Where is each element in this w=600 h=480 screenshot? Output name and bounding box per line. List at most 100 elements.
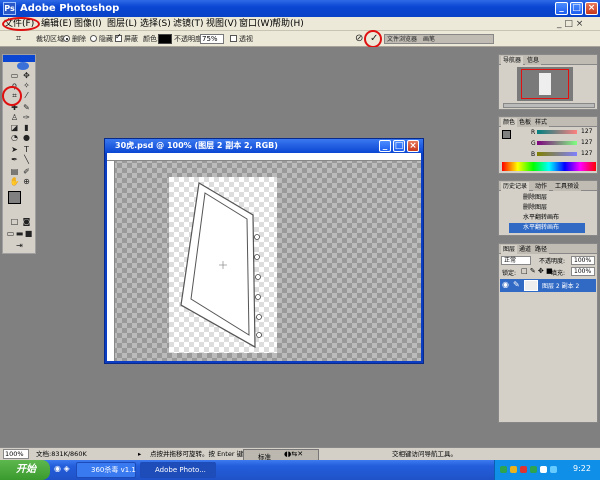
tray-security-icon[interactable]: [510, 466, 517, 473]
layer-visibility-eye-icon[interactable]: ◉: [502, 280, 509, 289]
doc-minimize-button[interactable]: _: [379, 140, 391, 152]
toolbox-title-bar[interactable]: [3, 55, 35, 62]
r-value[interactable]: 127: [581, 128, 592, 135]
tab-styles[interactable]: 样式: [533, 118, 550, 127]
foreground-color-swatch[interactable]: [8, 191, 21, 204]
layer-opacity-input[interactable]: 100%: [571, 256, 595, 265]
shield-color-swatch[interactable]: [158, 34, 172, 44]
app-title-bar[interactable]: Adobe Photoshop: [0, 0, 600, 17]
fill-input[interactable]: 100%: [571, 267, 595, 276]
menu-window[interactable]: 窗口(W): [239, 18, 273, 30]
tab-channels[interactable]: 通道: [517, 245, 534, 254]
tab-swatches[interactable]: 色板: [517, 118, 534, 127]
tab-paths[interactable]: 路径: [533, 245, 550, 254]
move-tool-icon[interactable]: ✥: [21, 71, 32, 81]
marquee-tool-icon[interactable]: ▭: [9, 71, 20, 81]
tray-antivirus-icon[interactable]: [530, 466, 537, 473]
close-button[interactable]: ×: [585, 2, 598, 15]
tray-volume-icon[interactable]: [540, 466, 547, 473]
hand-tool-icon[interactable]: ✋: [9, 177, 20, 187]
tray-alert-icon[interactable]: [520, 466, 527, 473]
document-canvas[interactable]: [107, 153, 421, 361]
minimize-button[interactable]: _: [555, 2, 568, 15]
tab-tool-presets[interactable]: 工具预设: [553, 182, 582, 191]
eraser-tool-icon[interactable]: ◪: [9, 123, 20, 133]
palette-well-tab-file-browser[interactable]: 文件浏览器: [387, 35, 417, 44]
history-item[interactable]: 删除图层: [509, 193, 585, 203]
layer-brush-icon[interactable]: ✎: [513, 280, 520, 289]
brush-tool-icon[interactable]: ✎: [21, 103, 32, 113]
path-selection-tool-icon[interactable]: ➤: [9, 145, 20, 155]
doc-close-button[interactable]: ×: [407, 140, 419, 152]
magic-wand-tool-icon[interactable]: ✧: [21, 81, 32, 91]
tab-info[interactable]: 信息: [525, 56, 542, 65]
eyedropper-tool-icon[interactable]: ✐: [21, 167, 32, 177]
doc-restore-buttons[interactable]: _ □ ×: [557, 18, 583, 30]
clone-stamp-tool-icon[interactable]: ♙: [9, 113, 20, 123]
notes-tool-icon[interactable]: ▤: [9, 167, 20, 177]
navigator-preview[interactable]: [517, 67, 573, 101]
tray-network-icon[interactable]: [500, 466, 507, 473]
history-item[interactable]: 删除图层: [509, 203, 585, 213]
standard-mode-icon[interactable]: □: [9, 217, 20, 227]
jump-to-imageready-icon[interactable]: ⇥: [14, 241, 25, 251]
menu-image[interactable]: 图像(I): [74, 18, 102, 30]
layer-name[interactable]: 图层 2 副本 2: [542, 281, 579, 290]
menu-layer[interactable]: 图层(L): [107, 18, 137, 30]
layer-row-selected[interactable]: ◉ ✎ 图层 2 副本 2: [500, 279, 596, 292]
g-value[interactable]: 127: [581, 139, 592, 146]
type-tool-icon[interactable]: T: [21, 145, 32, 155]
delete-radio[interactable]: [63, 35, 70, 42]
b-value[interactable]: 127: [581, 150, 592, 157]
lock-icons[interactable]: □ ✎ ✥ ■: [521, 267, 553, 275]
slice-tool-icon[interactable]: ⁄: [21, 91, 32, 101]
tab-navigator[interactable]: 导航器: [501, 56, 524, 65]
blur-tool-icon[interactable]: ◔: [9, 133, 20, 143]
opacity-input[interactable]: 75%: [200, 34, 224, 44]
history-item-selected[interactable]: 水平翻转画布: [509, 223, 585, 233]
g-slider[interactable]: [537, 141, 577, 145]
navigator-zoom-slider[interactable]: [503, 103, 595, 108]
history-brush-tool-icon[interactable]: ✑: [21, 113, 32, 123]
perspective-label: 透视: [239, 35, 253, 43]
perspective-checkbox[interactable]: [230, 35, 237, 42]
shield-checkbox[interactable]: [115, 32, 122, 42]
rotated-frame-graphic[interactable]: [169, 177, 277, 353]
b-slider[interactable]: [537, 152, 577, 156]
dodge-tool-icon[interactable]: ●: [21, 133, 32, 143]
taskbar-item-antivirus[interactable]: 360杀毒 v1.1: [76, 462, 136, 478]
hide-radio[interactable]: [90, 35, 97, 42]
document-title-bar[interactable]: 30虎.psd @ 100% (图层 2 副本 2, RGB): [105, 139, 423, 153]
color-fg-swatch[interactable]: [502, 130, 511, 139]
menu-view[interactable]: 视图(V): [206, 18, 237, 30]
doc-maximize-button[interactable]: □: [393, 140, 405, 152]
tab-history[interactable]: 历史记录: [501, 182, 530, 191]
start-button[interactable]: 开始: [0, 460, 50, 480]
zoom-tool-icon[interactable]: ⊕: [21, 177, 32, 187]
menu-help[interactable]: 帮助(H): [272, 18, 304, 30]
shape-tool-icon[interactable]: ╲: [21, 155, 32, 165]
r-slider[interactable]: [537, 130, 577, 134]
blend-mode-select[interactable]: 正常: [501, 256, 531, 265]
color-ramp[interactable]: [502, 162, 596, 171]
cancel-transform-icon[interactable]: ⊘: [355, 31, 363, 47]
gradient-tool-icon[interactable]: ▮: [21, 123, 32, 133]
tab-actions[interactable]: 动作: [533, 182, 550, 191]
tab-color[interactable]: 颜色: [501, 118, 518, 127]
screen-mode-full-icon[interactable]: ■: [23, 229, 34, 239]
toolbox-eye-icon[interactable]: [17, 62, 29, 70]
taskbar-item-photoshop[interactable]: Adobe Photo...: [140, 462, 216, 478]
menu-edit[interactable]: 编辑(E): [41, 18, 72, 30]
pen-tool-icon[interactable]: ✒: [9, 155, 20, 165]
palette-well-tab-brushes[interactable]: 画笔: [423, 35, 435, 44]
tray-ime-icon[interactable]: [550, 466, 557, 473]
history-item[interactable]: 水平翻转画布: [509, 213, 585, 223]
crop-tool-icon[interactable]: ⌗: [16, 31, 21, 47]
imageready-controls-icon[interactable]: ◖◗⇆✕: [284, 450, 303, 458]
quick-launch-icons[interactable]: ◉ ◈: [54, 464, 70, 473]
quick-mask-mode-icon[interactable]: ◙: [21, 217, 32, 227]
menu-filter[interactable]: 滤镜(T): [173, 18, 204, 30]
maximize-button[interactable]: □: [570, 2, 583, 15]
menu-select[interactable]: 选择(S): [140, 18, 171, 30]
tab-layers[interactable]: 图层: [501, 245, 518, 254]
